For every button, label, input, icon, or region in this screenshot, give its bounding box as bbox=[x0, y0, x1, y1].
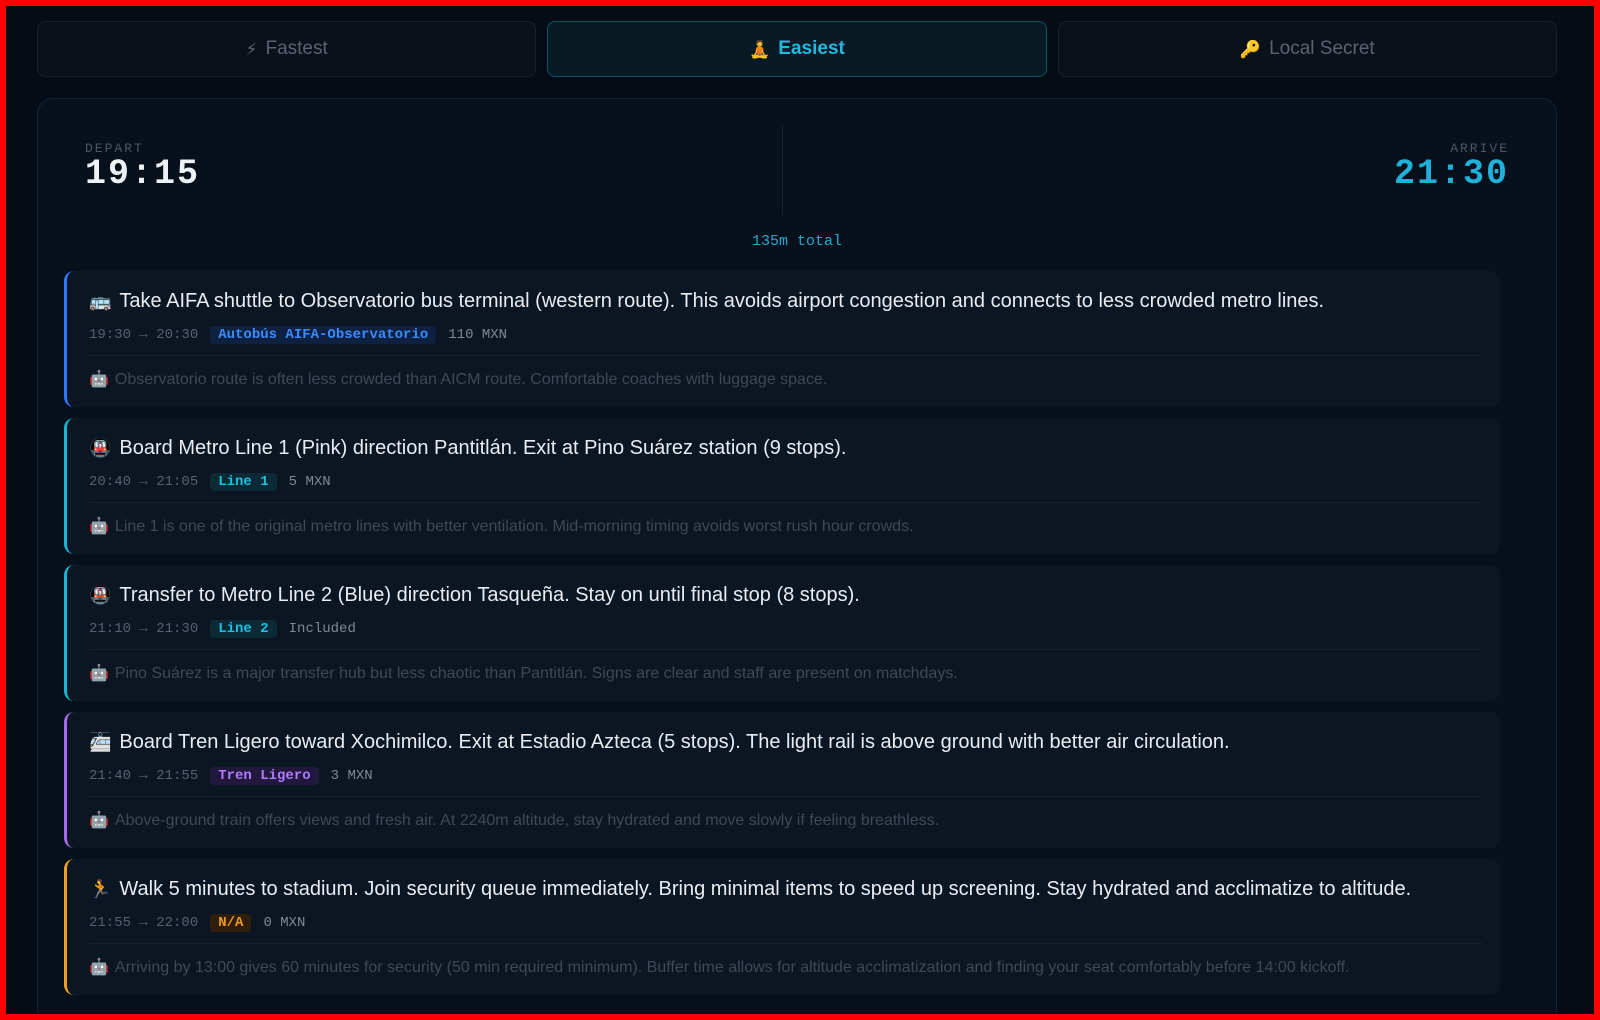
step-time: 21:10 → 21:30 bbox=[89, 621, 199, 637]
total-duration: 135m total bbox=[751, 233, 842, 250]
step-time: 19:30 → 20:30 bbox=[89, 327, 199, 343]
step-cost: Included bbox=[288, 621, 356, 637]
tab-local-secret[interactable]: 🔑 Local Secret bbox=[1057, 21, 1557, 77]
bus-icon: 🚌 bbox=[89, 291, 112, 311]
light-rail-icon: 🚈 bbox=[89, 732, 112, 752]
route-mode-tabs: ⚡ Fastest 🧘 Easiest 🔑 Local Secret bbox=[37, 21, 1557, 77]
robot-icon: 🤖 bbox=[89, 812, 109, 829]
step-tip: 🤖 Pino Suárez is a major transfer hub but… bbox=[89, 663, 958, 683]
line-badge: N/A bbox=[210, 914, 252, 932]
step-title: 🚌 Take AIFA shuttle to Observatorio bus t… bbox=[89, 290, 1324, 313]
robot-icon: 🤖 bbox=[89, 371, 109, 388]
step-tip-text: Arriving by 13:00 gives 60 minutes for s… bbox=[114, 959, 1350, 976]
step-divider bbox=[89, 502, 1482, 503]
metro-icon: 🚇 bbox=[89, 438, 112, 458]
step-cost: 3 MXN bbox=[330, 768, 373, 784]
tab-label: Easiest bbox=[778, 38, 845, 59]
step-meta: 21:55 → 22:00 N/A 0 MXN bbox=[89, 914, 305, 932]
line-badge: Tren Ligero bbox=[210, 767, 319, 785]
step-title: 🚇 Board Metro Line 1 (Pink) direction Pan… bbox=[89, 437, 846, 460]
depart-block: DEPART 19:15 bbox=[85, 141, 200, 194]
route-step[interactable]: 🚇 Board Metro Line 1 (Pink) direction Pan… bbox=[64, 418, 1500, 554]
step-time: 20:40 → 21:05 bbox=[89, 474, 199, 490]
meditation-icon: 🧘 bbox=[749, 39, 771, 59]
tab-easiest[interactable]: 🧘 Easiest bbox=[547, 21, 1047, 77]
step-title: 🚇 Transfer to Metro Line 2 (Blue) directi… bbox=[89, 584, 860, 607]
step-title-text: Board Metro Line 1 (Pink) direction Pant… bbox=[119, 437, 847, 459]
step-list: 🚌 Take AIFA shuttle to Observatorio bus t… bbox=[64, 271, 1500, 1006]
step-tip-text: Pino Suárez is a major transfer hub but … bbox=[114, 665, 958, 682]
route-step[interactable]: 🚇 Transfer to Metro Line 2 (Blue) directi… bbox=[64, 565, 1500, 701]
step-tip: 🤖 Above-ground train offers views and fre… bbox=[89, 810, 939, 830]
step-meta: 19:30 → 20:30 Autobús AIFA-Observatorio … bbox=[89, 326, 507, 344]
route-step[interactable]: 🏃 Walk 5 minutes to stadium. Join securit… bbox=[64, 859, 1500, 995]
step-divider bbox=[89, 943, 1482, 944]
line-badge: Autobús AIFA-Observatorio bbox=[210, 326, 437, 344]
step-meta: 20:40 → 21:05 Line 1 5 MXN bbox=[89, 473, 331, 491]
step-title: 🏃 Walk 5 minutes to stadium. Join securit… bbox=[89, 878, 1411, 901]
step-meta: 21:40 → 21:55 Tren Ligero 3 MXN bbox=[89, 767, 373, 785]
step-tip: 🤖 Arriving by 13:00 gives 60 minutes for … bbox=[89, 957, 1350, 977]
arrive-block: ARRIVE 21:30 bbox=[1394, 141, 1509, 194]
step-divider bbox=[89, 355, 1482, 356]
tab-label: Local Secret bbox=[1269, 38, 1375, 59]
route-card: DEPART 19:15 ARRIVE 21:30 135m total 🚌 Ta… bbox=[37, 98, 1557, 1014]
walking-icon: 🏃 bbox=[89, 879, 112, 899]
step-cost: 5 MXN bbox=[288, 474, 331, 490]
arrive-time: 21:30 bbox=[1393, 154, 1509, 194]
depart-time: 19:15 bbox=[85, 154, 201, 194]
metro-icon: 🚇 bbox=[89, 585, 112, 605]
step-tip-text: Above-ground train offers views and fres… bbox=[114, 812, 940, 829]
step-time: 21:55 → 22:00 bbox=[89, 915, 199, 931]
step-tip: 🤖 Line 1 is one of the original metro lin… bbox=[89, 516, 914, 536]
route-step[interactable]: 🚌 Take AIFA shuttle to Observatorio bus t… bbox=[64, 271, 1500, 407]
step-cost: 110 MXN bbox=[448, 327, 508, 343]
line-badge: Line 2 bbox=[210, 620, 277, 638]
app-frame: ⚡ Fastest 🧘 Easiest 🔑 Local Secret DEPAR… bbox=[6, 6, 1594, 1014]
step-title-text: Take AIFA shuttle to Observatorio bus te… bbox=[119, 290, 1325, 312]
tab-label: Fastest bbox=[265, 38, 328, 59]
route-step[interactable]: 🚈 Board Tren Ligero toward Xochimilco. Ex… bbox=[64, 712, 1500, 848]
step-time: 21:40 → 21:55 bbox=[89, 768, 199, 784]
step-tip-text: Observatorio route is often less crowded… bbox=[114, 371, 828, 388]
step-title-text: Transfer to Metro Line 2 (Blue) directio… bbox=[119, 584, 860, 606]
step-cost: 0 MXN bbox=[263, 915, 306, 931]
step-meta: 21:10 → 21:30 Line 2 Included bbox=[89, 620, 356, 638]
lightning-icon: ⚡ bbox=[245, 39, 258, 59]
step-tip: 🤖 Observatorio route is often less crowde… bbox=[89, 369, 827, 389]
step-title-text: Board Tren Ligero toward Xochimilco. Exi… bbox=[119, 731, 1230, 753]
tab-fastest[interactable]: ⚡ Fastest bbox=[37, 21, 537, 77]
step-tip-text: Line 1 is one of the original metro line… bbox=[114, 518, 914, 535]
step-divider bbox=[89, 649, 1482, 650]
robot-icon: 🤖 bbox=[89, 518, 109, 535]
divider bbox=[782, 125, 783, 215]
robot-icon: 🤖 bbox=[89, 665, 109, 682]
key-icon: 🔑 bbox=[1239, 39, 1262, 59]
line-badge: Line 1 bbox=[210, 473, 277, 491]
step-title: 🚈 Board Tren Ligero toward Xochimilco. Ex… bbox=[89, 731, 1230, 754]
robot-icon: 🤖 bbox=[89, 959, 109, 976]
step-divider bbox=[89, 796, 1482, 797]
step-title-text: Walk 5 minutes to stadium. Join security… bbox=[119, 878, 1412, 900]
